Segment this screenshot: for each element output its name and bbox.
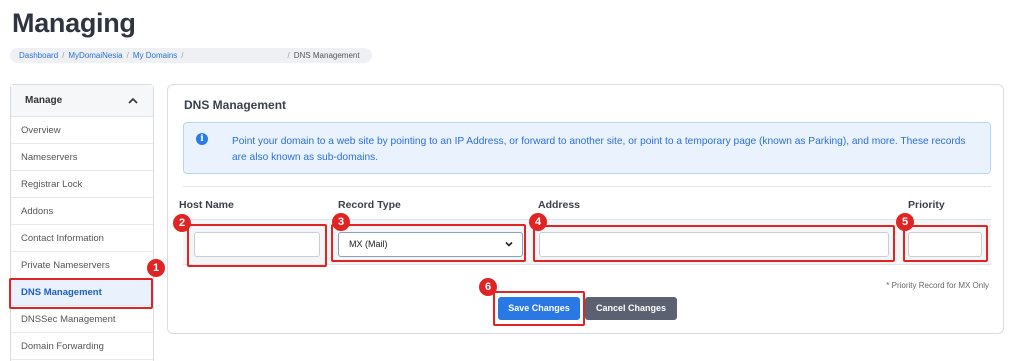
sidebar-item-dnssec-management[interactable]: DNSSec Management <box>11 306 153 333</box>
highlight-box-3 <box>331 224 526 262</box>
highlight-box-1 <box>9 278 153 309</box>
column-address: Address <box>538 199 581 211</box>
cancel-changes-button[interactable]: Cancel Changes <box>585 297 677 320</box>
info-text: Point your domain to a web site by point… <box>232 136 966 163</box>
sidebar-item-overview[interactable]: Overview <box>11 117 153 144</box>
breadcrumb-dashboard[interactable]: Dashboard <box>19 51 58 60</box>
sidebar-item-registrar-lock[interactable]: Registrar Lock <box>11 171 153 198</box>
breadcrumb-my-domains[interactable]: My Domains <box>133 51 177 60</box>
sidebar-item-domain-forwarding[interactable]: Domain Forwarding <box>11 333 153 360</box>
column-record-type: Record Type <box>338 199 401 211</box>
panel-title: DNS Management <box>184 98 287 112</box>
highlight-box-2 <box>187 224 327 267</box>
step-badge-2: 2 <box>173 214 191 232</box>
step-badge-3: 3 <box>332 213 350 231</box>
breadcrumb-mydomainesia[interactable]: MyDomaiNesia <box>68 51 122 60</box>
breadcrumb: Dashboard / MyDomaiNesia / My Domains / / DNS M… <box>10 48 372 63</box>
sidebar-header[interactable]: Manage <box>11 85 153 117</box>
sidebar: Manage Overview Nameservers Registrar Lo… <box>9 84 154 361</box>
sidebar-item-nameservers[interactable]: Nameservers <box>11 144 153 171</box>
sidebar-item-dns-management[interactable]: DNS Management <box>9 278 153 309</box>
page-title: Managing <box>12 8 136 38</box>
priority-note: * Priority Record for MX Only <box>886 281 989 290</box>
step-badge-4: 4 <box>529 213 547 231</box>
sidebar-item-addons[interactable]: Addons <box>11 198 153 225</box>
sidebar-item-private-nameservers[interactable]: Private Nameservers <box>11 252 153 279</box>
step-badge-5: 5 <box>896 213 914 231</box>
column-priority: Priority <box>908 199 945 211</box>
highlight-box-6 <box>493 291 585 326</box>
step-badge-6: 6 <box>479 278 497 296</box>
highlight-box-5 <box>903 225 988 262</box>
info-alert: i Point your domain to a web site by poi… <box>183 122 991 174</box>
sidebar-item-contact-information[interactable]: Contact Information <box>11 225 153 252</box>
chevron-up-icon[interactable] <box>127 95 139 107</box>
sidebar-header-label: Manage <box>25 95 63 106</box>
breadcrumb-current: DNS Management <box>293 51 360 60</box>
highlight-box-4 <box>533 225 895 262</box>
dns-management-panel: DNS Management i Point your domain to a … <box>167 84 1004 334</box>
column-host-name: Host Name <box>179 199 234 211</box>
info-icon: i <box>196 133 208 145</box>
step-badge-1: 1 <box>147 259 165 277</box>
table-divider <box>183 186 991 187</box>
